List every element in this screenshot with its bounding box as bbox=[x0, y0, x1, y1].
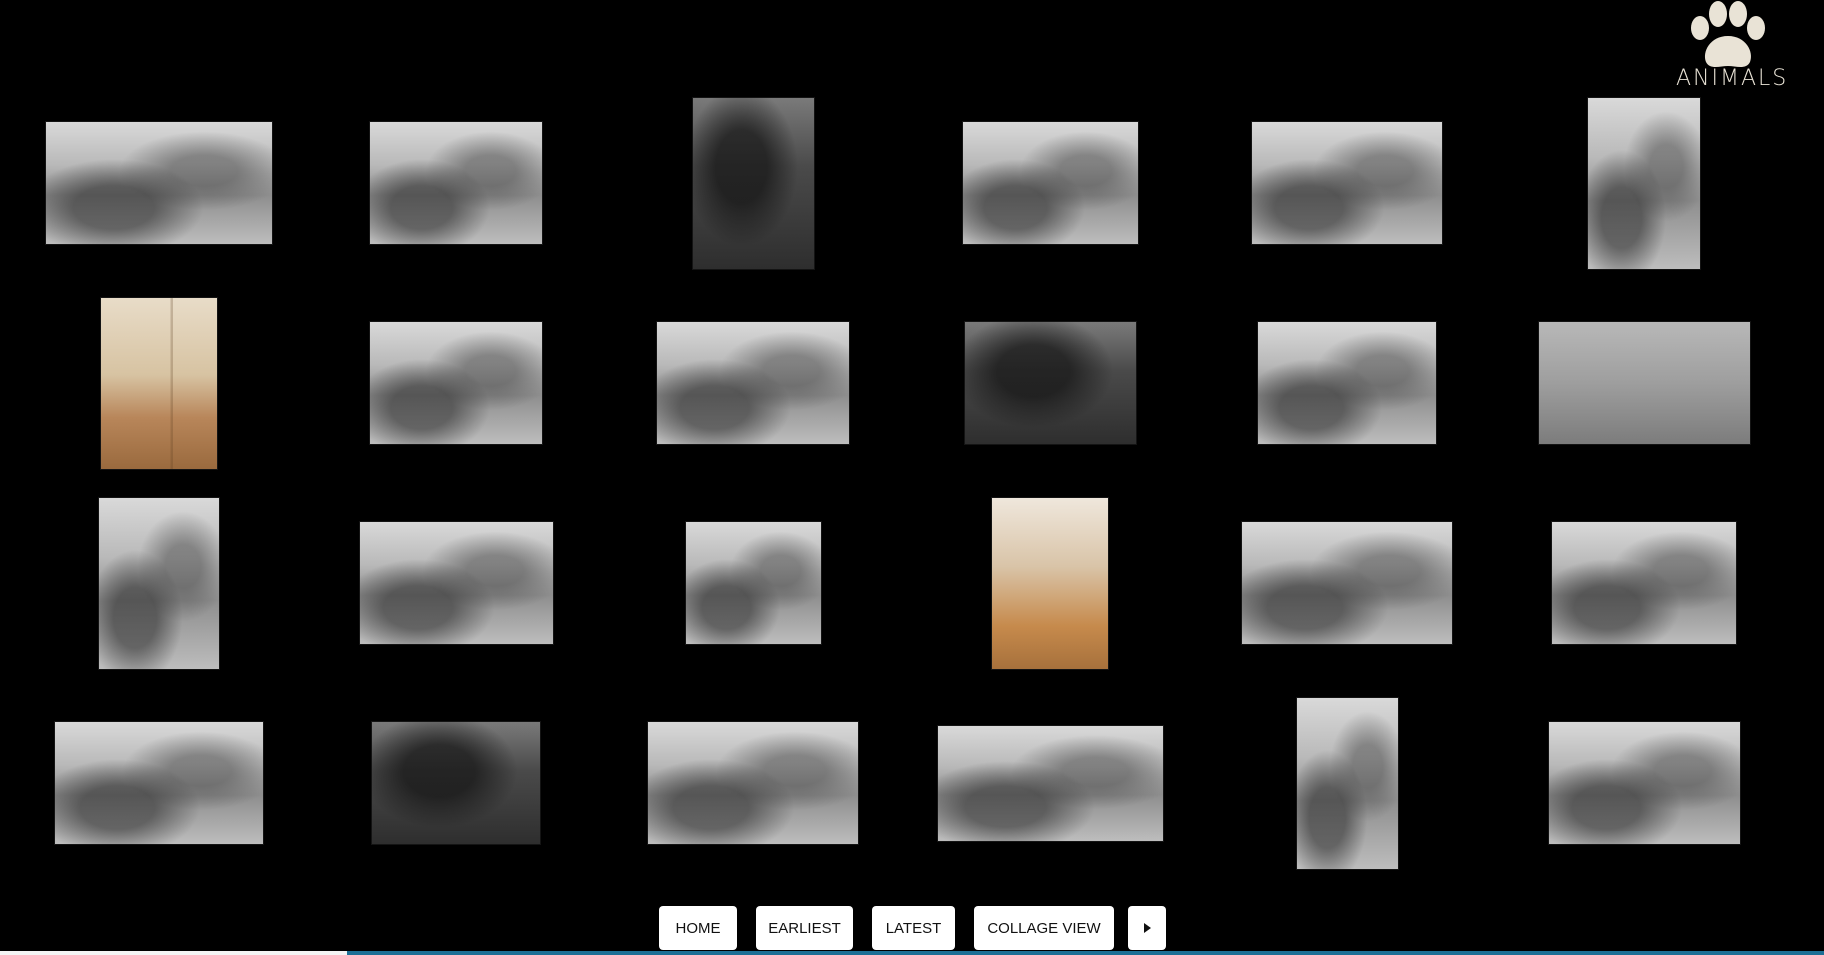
photo-town-wagons[interactable] bbox=[648, 722, 858, 844]
photo-woman-horse-signed[interactable] bbox=[55, 722, 263, 844]
photo-riders-street[interactable] bbox=[685, 522, 821, 644]
photo-rider-white-horse[interactable] bbox=[1258, 322, 1436, 444]
photo-truck-group[interactable] bbox=[1252, 122, 1442, 244]
latest-button[interactable]: LATEST bbox=[872, 906, 955, 950]
photo-horse-buggy[interactable] bbox=[46, 122, 272, 244]
next-button[interactable] bbox=[1128, 906, 1166, 950]
photo-horse-wagons-road[interactable] bbox=[359, 522, 553, 644]
collage-navigation: HOME EARLIEST LATEST COLLAGE VIEW bbox=[0, 906, 1824, 952]
photo-man-german-shepherd[interactable] bbox=[657, 322, 849, 444]
photo-man-horse-trees[interactable] bbox=[1588, 97, 1700, 269]
photo-man-colt-foggy[interactable] bbox=[1538, 322, 1750, 444]
photo-man-with-dog[interactable] bbox=[692, 97, 814, 269]
photo-plowing-horses[interactable] bbox=[370, 322, 542, 444]
play-right-icon bbox=[1144, 923, 1151, 933]
photo-family-group[interactable] bbox=[1552, 522, 1736, 644]
scroll-progress-bar bbox=[0, 951, 1824, 955]
earliest-button[interactable]: EARLIEST bbox=[756, 906, 853, 950]
photo-boy-house-color[interactable] bbox=[101, 297, 217, 469]
photo-girl-with-cat[interactable] bbox=[1296, 697, 1398, 869]
home-button[interactable]: HOME bbox=[659, 906, 737, 950]
photo-dark-field[interactable] bbox=[964, 322, 1136, 444]
photo-logging-horses[interactable] bbox=[962, 122, 1138, 244]
collage-view-button[interactable]: COLLAGE VIEW bbox=[974, 906, 1114, 950]
photo-collage-grid bbox=[0, 0, 1824, 900]
photo-team-passenger-wagon[interactable] bbox=[937, 725, 1163, 841]
photo-road-crew-wagons[interactable] bbox=[1548, 722, 1740, 844]
photo-horses-hillside[interactable] bbox=[370, 122, 542, 244]
photo-woman-dog-stairs[interactable] bbox=[992, 497, 1108, 669]
photo-orchard-ladder[interactable] bbox=[372, 722, 540, 844]
photo-man-workhorse[interactable] bbox=[1242, 522, 1452, 644]
scroll-progress-fill bbox=[0, 951, 347, 955]
photo-couple-with-dogs[interactable] bbox=[99, 497, 219, 669]
